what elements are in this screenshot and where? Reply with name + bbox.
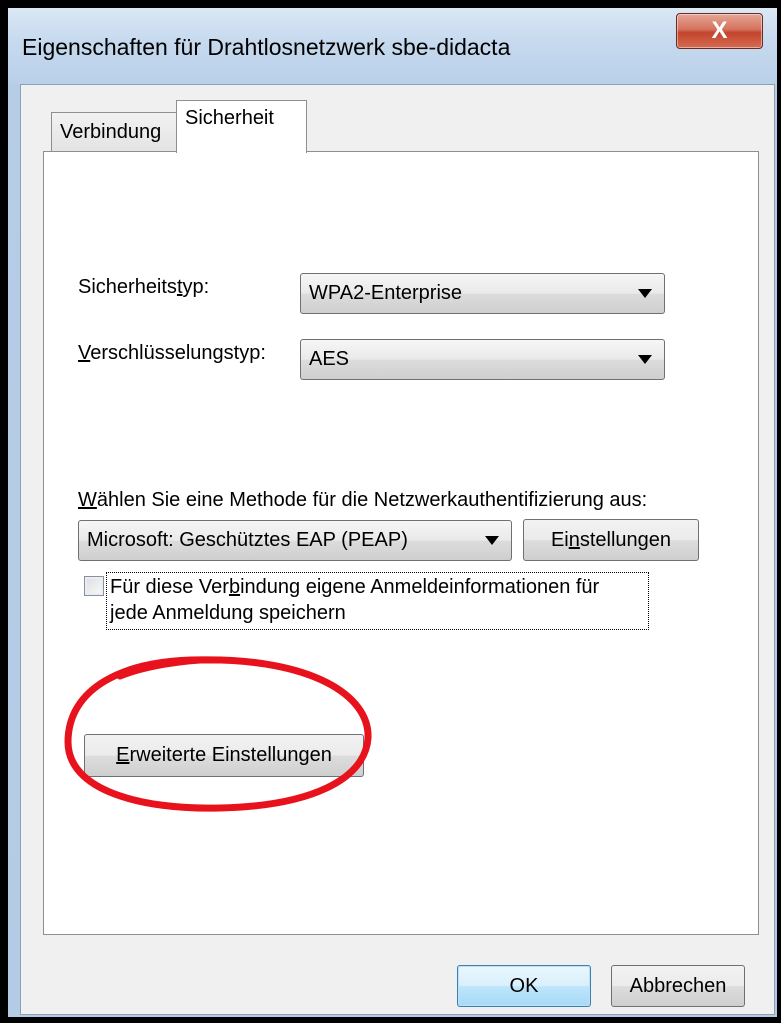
auth-method-value: Microsoft: Geschütztes EAP (PEAP) — [87, 529, 408, 551]
tab-label: Verbindung — [60, 121, 162, 143]
properties-dialog: Eigenschaften für Drahtlosnetzwerk sbe-d… — [8, 8, 777, 1017]
security-tab-panel: Sicherheitstyp: WPA2-Enterprise Verschlü… — [43, 151, 759, 935]
remember-credentials-label[interactable]: Für diese Verbindung eigene Anmeldeinfor… — [110, 574, 599, 626]
chevron-down-icon — [638, 289, 652, 298]
tab-verbindung[interactable]: Verbindung — [51, 112, 177, 152]
chevron-down-icon — [638, 355, 652, 364]
auth-method-select[interactable]: Microsoft: Geschütztes EAP (PEAP) — [78, 520, 512, 561]
encryption-type-select[interactable]: AES — [300, 339, 665, 380]
dialog-client-area: Verbindung Sicherheit Sicherheitstyp: WP… — [20, 84, 775, 1015]
security-type-value: WPA2-Enterprise — [309, 282, 463, 304]
tab-sicherheit[interactable]: Sicherheit — [176, 100, 307, 153]
chevron-down-icon — [485, 536, 499, 545]
settings-button[interactable]: Ei n stellungen — [523, 519, 699, 561]
close-icon: X — [711, 17, 728, 44]
security-type-label: Sicherheitstyp: — [78, 276, 210, 298]
remember-credentials-line-2: jede Anmeldung speichern — [110, 602, 346, 624]
advanced-settings-button[interactable]: Erweiterte Einstellungen — [84, 734, 364, 777]
encryption-type-label: Verschlüsselungstyp: — [78, 342, 266, 364]
tab-label: Sicherheit — [185, 107, 274, 129]
title-bar[interactable]: Eigenschaften für Drahtlosnetzwerk sbe-d… — [8, 8, 777, 84]
encryption-type-value: AES — [309, 348, 350, 370]
remember-credentials-checkbox[interactable] — [84, 576, 104, 596]
cancel-button[interactable]: Abbrechen — [611, 965, 745, 1007]
remember-credentials-line-1: Für diese Verbindung eigene Anmeldeinfor… — [110, 576, 600, 598]
security-type-select[interactable]: WPA2-Enterprise — [300, 273, 665, 314]
window-title: Eigenschaften für Drahtlosnetzwerk sbe-d… — [22, 34, 511, 60]
auth-method-label: Wählen Sie eine Methode für die Netzwerk… — [78, 489, 648, 511]
ok-button[interactable]: OK — [457, 965, 591, 1007]
close-button[interactable]: X — [676, 13, 763, 49]
